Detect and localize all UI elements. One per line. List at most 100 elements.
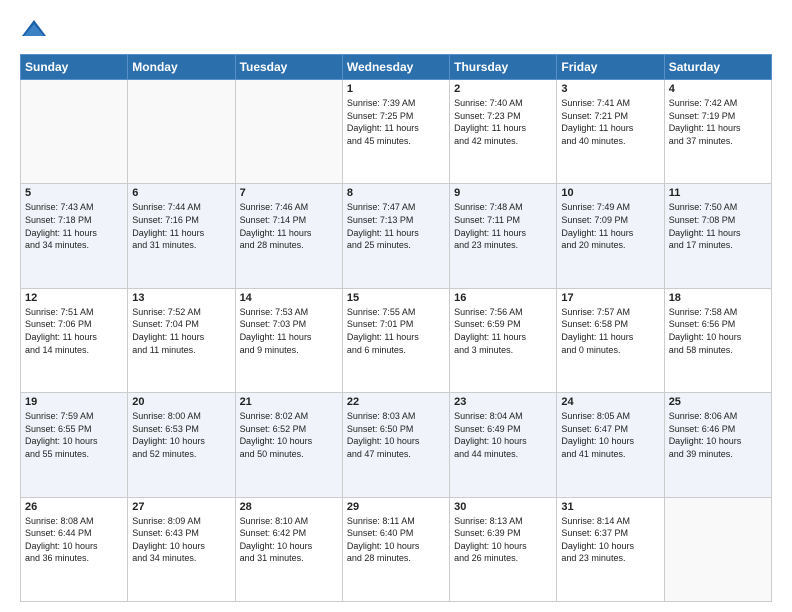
day-number: 28 [240,501,338,513]
day-number: 17 [561,292,659,304]
calendar-day: 19 Sunrise: 7:59 AM Sunset: 6:55 PM Dayli… [21,393,128,497]
calendar-day: 6Sunrise: 7:44 AM Sunset: 7:16 PM Daylig… [128,184,235,288]
day-info: Sunrise: 8:09 AM Sunset: 6:43 PM Dayligh… [132,515,230,565]
day-info: Sunrise: 8:02 AM Sunset: 6:52 PM Dayligh… [240,410,338,460]
day-number: 13 [132,292,230,304]
calendar-day: 18 Sunrise: 7:58 AM Sunset: 6:56 PM Dayli… [664,288,771,392]
calendar-day: 11 Sunrise: 7:50 AM Sunset: 7:08 PM Dayli… [664,184,771,288]
day-number: 18 [669,292,767,304]
calendar-day: 15Sunrise: 7:55 AM Sunset: 7:01 PM Dayli… [342,288,449,392]
day-number: 9 [454,187,552,199]
day-info: Sunrise: 7:47 AM Sunset: 7:13 PM Dayligh… [347,201,445,251]
col-header-monday: Monday [128,55,235,80]
calendar-day: 22 Sunrise: 8:03 AM Sunset: 6:50 PM Dayli… [342,393,449,497]
calendar-day: 21 Sunrise: 8:02 AM Sunset: 6:52 PM Dayli… [235,393,342,497]
day-info: Sunrise: 8:04 AM Sunset: 6:49 PM Dayligh… [454,410,552,460]
calendar-day: 24 Sunrise: 8:05 AM Sunset: 6:47 PM Dayli… [557,393,664,497]
day-number: 8 [347,187,445,199]
day-info: Sunrise: 8:13 AM Sunset: 6:39 PM Dayligh… [454,515,552,565]
calendar-day: 12 Sunrise: 7:51 AM Sunset: 7:06 PM Dayli… [21,288,128,392]
day-number: 4 [669,83,767,95]
day-number: 29 [347,501,445,513]
day-info: Sunrise: 7:57 AM Sunset: 6:58 PM Dayligh… [561,306,659,356]
day-number: 31 [561,501,659,513]
calendar-week-5: 26 Sunrise: 8:08 AM Sunset: 6:44 PM Dayli… [21,497,772,601]
day-number: 2 [454,83,552,95]
calendar-table: SundayMondayTuesdayWednesdayThursdayFrid… [20,54,772,602]
col-header-thursday: Thursday [450,55,557,80]
calendar-day: 28 Sunrise: 8:10 AM Sunset: 6:42 PM Dayli… [235,497,342,601]
day-info: Sunrise: 7:50 AM Sunset: 7:08 PM Dayligh… [669,201,767,251]
calendar-day: 8 Sunrise: 7:47 AM Sunset: 7:13 PM Daylig… [342,184,449,288]
calendar-day: 10Sunrise: 7:49 AM Sunset: 7:09 PM Dayli… [557,184,664,288]
day-number: 6 [132,187,230,199]
header [20,16,772,44]
calendar-day: 13 Sunrise: 7:52 AM Sunset: 7:04 PM Dayli… [128,288,235,392]
day-number: 24 [561,396,659,408]
day-info: Sunrise: 8:03 AM Sunset: 6:50 PM Dayligh… [347,410,445,460]
day-info: Sunrise: 7:58 AM Sunset: 6:56 PM Dayligh… [669,306,767,356]
day-number: 15 [347,292,445,304]
day-number: 21 [240,396,338,408]
day-info: Sunrise: 8:06 AM Sunset: 6:46 PM Dayligh… [669,410,767,460]
calendar-week-2: 5Sunrise: 7:43 AM Sunset: 7:18 PM Daylig… [21,184,772,288]
calendar-day [235,80,342,184]
calendar-week-1: 1 Sunrise: 7:39 AM Sunset: 7:25 PM Daylig… [21,80,772,184]
calendar-day: 23 Sunrise: 8:04 AM Sunset: 6:49 PM Dayli… [450,393,557,497]
day-info: Sunrise: 7:49 AM Sunset: 7:09 PM Dayligh… [561,201,659,251]
day-number: 14 [240,292,338,304]
day-number: 23 [454,396,552,408]
day-info: Sunrise: 7:53 AM Sunset: 7:03 PM Dayligh… [240,306,338,356]
calendar-day: 20Sunrise: 8:00 AM Sunset: 6:53 PM Dayli… [128,393,235,497]
calendar-day: 4 Sunrise: 7:42 AM Sunset: 7:19 PM Daylig… [664,80,771,184]
calendar-week-4: 19 Sunrise: 7:59 AM Sunset: 6:55 PM Dayli… [21,393,772,497]
calendar-day: 26 Sunrise: 8:08 AM Sunset: 6:44 PM Dayli… [21,497,128,601]
day-number: 16 [454,292,552,304]
day-number: 1 [347,83,445,95]
col-header-friday: Friday [557,55,664,80]
day-info: Sunrise: 8:10 AM Sunset: 6:42 PM Dayligh… [240,515,338,565]
day-info: Sunrise: 8:08 AM Sunset: 6:44 PM Dayligh… [25,515,123,565]
day-number: 12 [25,292,123,304]
day-number: 19 [25,396,123,408]
day-info: Sunrise: 7:39 AM Sunset: 7:25 PM Dayligh… [347,97,445,147]
col-header-saturday: Saturday [664,55,771,80]
day-info: Sunrise: 7:42 AM Sunset: 7:19 PM Dayligh… [669,97,767,147]
calendar-day: 31 Sunrise: 8:14 AM Sunset: 6:37 PM Dayli… [557,497,664,601]
day-info: Sunrise: 7:48 AM Sunset: 7:11 PM Dayligh… [454,201,552,251]
calendar-day: 9 Sunrise: 7:48 AM Sunset: 7:11 PM Daylig… [450,184,557,288]
calendar-day: 5Sunrise: 7:43 AM Sunset: 7:18 PM Daylig… [21,184,128,288]
calendar-day: 14 Sunrise: 7:53 AM Sunset: 7:03 PM Dayli… [235,288,342,392]
calendar-day: 29Sunrise: 8:11 AM Sunset: 6:40 PM Dayli… [342,497,449,601]
day-info: Sunrise: 8:05 AM Sunset: 6:47 PM Dayligh… [561,410,659,460]
day-info: Sunrise: 7:52 AM Sunset: 7:04 PM Dayligh… [132,306,230,356]
calendar-day [128,80,235,184]
col-header-wednesday: Wednesday [342,55,449,80]
calendar-day: 1 Sunrise: 7:39 AM Sunset: 7:25 PM Daylig… [342,80,449,184]
day-info: Sunrise: 8:14 AM Sunset: 6:37 PM Dayligh… [561,515,659,565]
calendar-day: 17 Sunrise: 7:57 AM Sunset: 6:58 PM Dayli… [557,288,664,392]
calendar-week-3: 12 Sunrise: 7:51 AM Sunset: 7:06 PM Dayli… [21,288,772,392]
day-info: Sunrise: 7:51 AM Sunset: 7:06 PM Dayligh… [25,306,123,356]
day-number: 27 [132,501,230,513]
page: SundayMondayTuesdayWednesdayThursdayFrid… [0,0,792,612]
calendar-day: 3Sunrise: 7:41 AM Sunset: 7:21 PM Daylig… [557,80,664,184]
day-number: 22 [347,396,445,408]
day-info: Sunrise: 7:40 AM Sunset: 7:23 PM Dayligh… [454,97,552,147]
day-number: 26 [25,501,123,513]
calendar-day: 2 Sunrise: 7:40 AM Sunset: 7:23 PM Daylig… [450,80,557,184]
day-number: 11 [669,187,767,199]
calendar-day: 25Sunrise: 8:06 AM Sunset: 6:46 PM Dayli… [664,393,771,497]
logo-icon [20,16,48,44]
day-info: Sunrise: 7:59 AM Sunset: 6:55 PM Dayligh… [25,410,123,460]
calendar-day [21,80,128,184]
col-header-sunday: Sunday [21,55,128,80]
calendar-day: 27 Sunrise: 8:09 AM Sunset: 6:43 PM Dayli… [128,497,235,601]
calendar-header-row: SundayMondayTuesdayWednesdayThursdayFrid… [21,55,772,80]
day-info: Sunrise: 7:41 AM Sunset: 7:21 PM Dayligh… [561,97,659,147]
day-info: Sunrise: 8:00 AM Sunset: 6:53 PM Dayligh… [132,410,230,460]
day-number: 30 [454,501,552,513]
day-info: Sunrise: 7:46 AM Sunset: 7:14 PM Dayligh… [240,201,338,251]
calendar-day: 30 Sunrise: 8:13 AM Sunset: 6:39 PM Dayli… [450,497,557,601]
day-number: 5 [25,187,123,199]
